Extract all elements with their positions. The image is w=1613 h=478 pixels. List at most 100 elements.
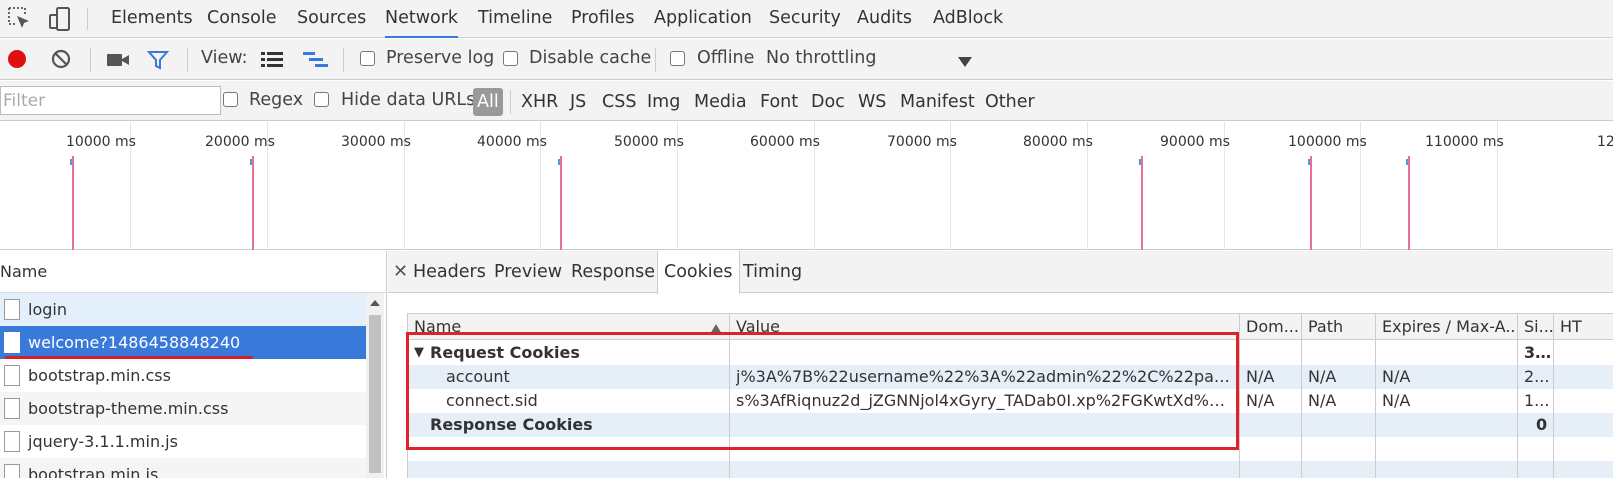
request-row[interactable]: jquery-3.1.1.min.js [0, 425, 366, 458]
timeline-load-line [252, 156, 254, 250]
column-http[interactable]: HT [1554, 314, 1613, 340]
tab-timing[interactable]: Timing [743, 251, 802, 293]
tab-cookies[interactable]: Cookies [657, 251, 740, 294]
file-icon [4, 464, 20, 478]
cookie-expires: N/A [1382, 367, 1411, 386]
filter-type-media[interactable]: Media [694, 88, 747, 116]
tab-profiles[interactable]: Profiles [571, 0, 635, 38]
tab-headers[interactable]: Headers [413, 251, 486, 293]
timeline-load-line [1408, 156, 1410, 250]
cookie-path: N/A [1308, 367, 1337, 386]
request-name: bootstrap.min.js [28, 465, 159, 478]
timeline-tick-label: 80000 ms [1023, 134, 1093, 150]
tab-elements[interactable]: Elements [111, 0, 193, 38]
cookie-size: 2... [1524, 367, 1550, 386]
column-domain[interactable]: Dom... [1240, 314, 1302, 340]
clear-icon[interactable] [50, 48, 72, 75]
hide-data-urls-checkbox[interactable] [314, 92, 329, 107]
filter-type-css[interactable]: CSS [602, 88, 636, 116]
detail-tab-bar: ✕ Headers Preview Response Cookies Timin… [388, 251, 1613, 294]
timeline-tick-label: 30000 ms [341, 134, 411, 150]
timeline-load-line [1141, 156, 1143, 250]
column-divider [1239, 314, 1240, 478]
throttling-select[interactable]: No throttling [766, 48, 876, 68]
column-size[interactable]: Si... [1518, 314, 1554, 340]
request-name: bootstrap.min.css [28, 366, 171, 385]
file-icon [4, 431, 20, 452]
record-icon[interactable] [6, 48, 28, 75]
tab-preview[interactable]: Preview [494, 251, 562, 293]
tab-security[interactable]: Security [769, 0, 841, 38]
column-divider [1301, 314, 1302, 478]
scroll-up-arrow-icon[interactable] [370, 300, 380, 306]
tab-response[interactable]: Response [571, 251, 655, 293]
filter-funnel-icon[interactable] [146, 49, 170, 76]
filter-type-doc[interactable]: Doc [811, 88, 845, 116]
timeline-tick-label: 10000 ms [66, 134, 136, 150]
timeline-tick-label: 60000 ms [750, 134, 820, 150]
device-toolbar-icon[interactable] [46, 5, 74, 33]
regex-checkbox[interactable] [223, 92, 238, 107]
timeline-tick-label: 12 [1597, 134, 1613, 150]
column-expires[interactable]: Expires / Max-A... [1376, 314, 1518, 340]
view-label: View: [201, 48, 248, 68]
scrollbar-thumb[interactable] [369, 315, 381, 473]
file-icon [4, 365, 20, 386]
column-path[interactable]: Path [1302, 314, 1376, 340]
filter-type-manifest[interactable]: Manifest [900, 88, 975, 116]
cookie-domain: N/A [1246, 367, 1275, 386]
filter-type-font[interactable]: Font [760, 88, 798, 116]
filter-type-ws[interactable]: WS [858, 88, 886, 116]
inspect-element-icon[interactable] [6, 5, 34, 33]
request-cookies-size: 3... [1524, 343, 1552, 362]
offline-checkbox[interactable] [670, 51, 685, 66]
hide-data-urls-label: Hide data URLs [341, 90, 476, 110]
request-list-scrollbar[interactable] [366, 293, 384, 478]
tab-audits[interactable]: Audits [857, 0, 912, 38]
filter-type-all[interactable]: All [473, 88, 503, 116]
filter-type-js[interactable]: JS [570, 88, 586, 116]
disable-cache-label: Disable cache [529, 48, 652, 68]
preserve-log-label: Preserve log [386, 48, 495, 68]
request-row[interactable]: bootstrap-theme.min.css [0, 392, 366, 425]
dropdown-arrow-icon[interactable] [958, 53, 972, 73]
tab-console[interactable]: Console [207, 0, 276, 38]
tab-sources[interactable]: Sources [297, 0, 366, 38]
preserve-log-checkbox[interactable] [360, 51, 375, 66]
devtools-tab-bar: Elements Console Sources Network Timelin… [0, 0, 1613, 38]
tab-timeline[interactable]: Timeline [478, 0, 552, 38]
request-name: bootstrap-theme.min.css [28, 399, 229, 418]
toolbar-separator [655, 48, 656, 72]
toolbar-separator [90, 48, 91, 72]
screenshot-camera-icon[interactable] [106, 51, 130, 74]
tab-adblock[interactable]: AdBlock [933, 0, 1003, 38]
filter-type-img[interactable]: Img [647, 88, 680, 116]
timeline-tick-label: 70000 ms [887, 134, 957, 150]
cookie-domain: N/A [1246, 391, 1275, 410]
response-cookies-size: 0 [1536, 415, 1548, 434]
list-view-icon[interactable] [261, 50, 283, 75]
filter-type-other[interactable]: Other [985, 88, 1035, 116]
file-icon [4, 332, 20, 353]
request-row[interactable]: bootstrap.min.css [0, 359, 366, 392]
filter-row: Regex Hide data URLs All XHR JS CSS Img … [0, 81, 1613, 121]
timeline-tick-label: 50000 ms [614, 134, 684, 150]
tab-network[interactable]: Network [385, 0, 459, 38]
disable-cache-checkbox[interactable] [503, 51, 518, 66]
request-detail-panel: ✕ Headers Preview Response Cookies Timin… [388, 251, 1613, 478]
column-divider [1517, 314, 1518, 478]
timeline-tick-label: 100000 ms [1288, 134, 1367, 150]
request-list-panel: Name login welcome?1486458848240 bootstr… [0, 251, 387, 478]
cookie-path: N/A [1308, 391, 1337, 410]
filter-input[interactable] [0, 86, 221, 115]
request-row[interactable]: bootstrap.min.js [0, 458, 366, 478]
close-icon[interactable]: ✕ [393, 261, 408, 282]
tab-application[interactable]: Application [654, 0, 752, 38]
red-highlight-annotation [406, 332, 1239, 450]
request-row-selected[interactable]: welcome?1486458848240 [0, 326, 366, 359]
filter-type-xhr[interactable]: XHR [521, 88, 558, 116]
request-list-header[interactable]: Name [0, 251, 386, 293]
timeline-overview[interactable]: 10000 ms 20000 ms 30000 ms 40000 ms 5000… [0, 122, 1613, 250]
waterfall-view-icon[interactable] [303, 50, 329, 75]
request-row[interactable]: login [0, 293, 366, 326]
